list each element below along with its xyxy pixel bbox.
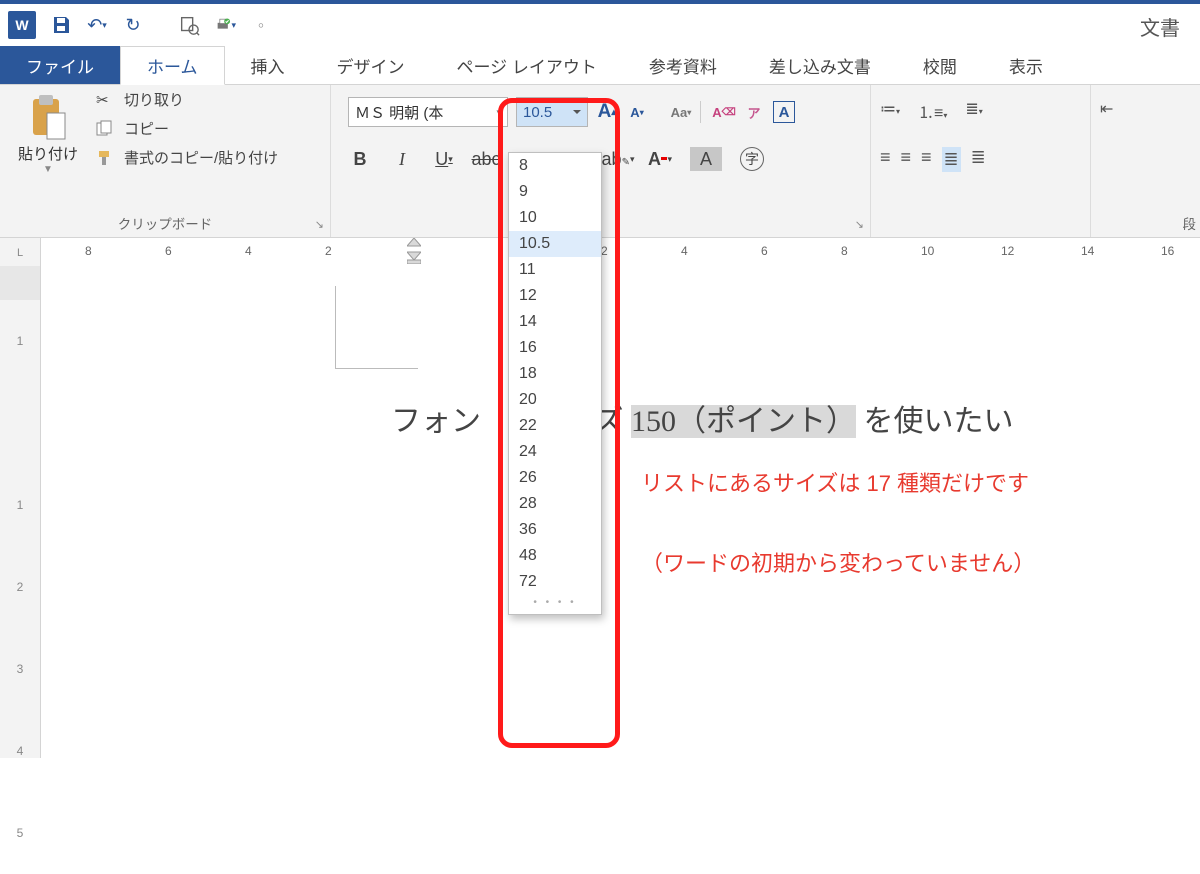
tab-view[interactable]: 表示: [983, 46, 1069, 84]
tab-insert[interactable]: 挿入: [225, 46, 311, 84]
document-title: 文書: [1140, 12, 1180, 41]
margin-guide: [335, 286, 418, 369]
ruler-corner: L: [0, 238, 41, 268]
doc-text-prefix: フォン: [391, 405, 481, 438]
paragraph-extra-label: 段: [1090, 213, 1200, 233]
bold-button[interactable]: B: [348, 147, 372, 171]
vruler-tick: 1: [0, 300, 40, 382]
vruler-tick: 1: [0, 464, 40, 546]
ribbon-tabs: ファイル ホーム 挿入 デザイン ページ レイアウト 参考資料 差し込み文書 校…: [0, 46, 1200, 85]
annotation-highlight-box: [498, 98, 620, 748]
tab-mailings[interactable]: 差し込み文書: [743, 46, 897, 84]
multilevel-list-icon[interactable]: ≣▾: [965, 99, 982, 123]
clipboard-launcher-icon[interactable]: ↘: [315, 218, 324, 231]
vruler-tick: 5: [0, 792, 40, 874]
decrease-indent-icon[interactable]: ⇤: [1100, 99, 1113, 119]
distributed-icon[interactable]: ≣: [971, 147, 986, 172]
vruler-tick: [0, 266, 40, 300]
enclose-characters-icon[interactable]: 字: [740, 147, 764, 171]
tab-page-layout[interactable]: ページ レイアウト: [431, 46, 623, 84]
ruler-tick: 12: [1001, 244, 1014, 258]
group-clipboard: 貼り付け ▼ ✂ 切り取り コピー 書式のコピー/貼り付け クリップボード ↘: [0, 85, 331, 237]
clear-formatting-icon[interactable]: A⌫: [713, 101, 735, 123]
ruler-tick: 2: [325, 244, 332, 258]
bullets-icon[interactable]: ≔▾: [880, 99, 900, 123]
underline-button[interactable]: U▾: [432, 147, 456, 171]
tab-home[interactable]: ホーム: [120, 46, 225, 85]
align-center-icon[interactable]: ≡: [901, 147, 912, 172]
clipboard-group-label: クリップボード: [0, 213, 330, 233]
change-case-icon[interactable]: Aa▾: [670, 101, 692, 123]
ruler-tick: 16: [1161, 244, 1174, 258]
tab-references[interactable]: 参考資料: [623, 46, 743, 84]
ruler-tick: 8: [841, 244, 848, 258]
ruler-tick: 4: [245, 244, 252, 258]
word-logo-icon: W: [8, 11, 36, 39]
cut-label: 切り取り: [124, 89, 184, 110]
character-border-icon[interactable]: A: [773, 101, 795, 123]
ruler-tick: 14: [1081, 244, 1094, 258]
copy-label: コピー: [124, 118, 169, 139]
print-preview-icon[interactable]: [178, 14, 200, 36]
character-shading-icon[interactable]: A: [690, 147, 722, 171]
doc-text-highlight: 150（ポイント）: [631, 405, 856, 438]
doc-text-suffix: を使いたい: [864, 405, 1014, 438]
paste-label: 貼り付け: [12, 143, 84, 164]
vertical-ruler[interactable]: 1 1 2 3 4 5: [0, 266, 41, 758]
save-icon[interactable]: [50, 14, 72, 36]
annotation-line-2: （ワードの初期から変わっていません）: [641, 546, 1035, 578]
ruler-tick: 8: [85, 244, 92, 258]
group-misc: ⇤ 段: [1090, 85, 1200, 237]
document-page[interactable]: フォン ト サイ ズ 150（ポイント） を使いたい リストにあるサイズは 17…: [41, 266, 1200, 758]
align-right-icon[interactable]: ≡: [921, 147, 932, 172]
customize-qat-icon[interactable]: ◦: [250, 14, 272, 36]
copy-icon: [96, 120, 118, 138]
ruler-tick: 10: [921, 244, 934, 258]
font-name-input[interactable]: ＭＳ 明朝 (本▾: [348, 97, 508, 127]
shrink-font-icon[interactable]: A▾: [626, 101, 648, 123]
indent-marker-icon[interactable]: [407, 238, 421, 267]
ruler-tick: 6: [761, 244, 768, 258]
document-text[interactable]: フォン ト サイ ズ 150（ポイント） を使いたい: [391, 396, 1014, 440]
title-bar: W ↶▾ ↻ ▾ ◦ 文書: [0, 0, 1200, 46]
justify-icon[interactable]: ≣: [942, 147, 961, 172]
font-name-value: ＭＳ 明朝 (本: [355, 102, 443, 123]
ruler-scale[interactable]: 8 6 4 2 2 4 6 8 10 12 14 16 18: [41, 238, 1200, 268]
undo-icon[interactable]: ↶▾: [86, 14, 108, 36]
quick-print-icon[interactable]: ▾: [214, 14, 236, 36]
vruler-tick: 2: [0, 546, 40, 628]
redo-icon[interactable]: ↻: [122, 14, 144, 36]
brush-icon: [96, 149, 118, 167]
tab-design[interactable]: デザイン: [311, 46, 431, 84]
paste-button[interactable]: 貼り付け ▼: [12, 93, 84, 175]
ruler-tick: 4: [681, 244, 688, 258]
format-painter-label: 書式のコピー/貼り付け: [124, 147, 278, 168]
scissors-icon: ✂: [96, 91, 118, 109]
ruler-tick: 6: [165, 244, 172, 258]
phonetic-guide-icon[interactable]: ア: [743, 101, 765, 123]
align-left-icon[interactable]: ≡: [880, 147, 891, 172]
strikethrough-button[interactable]: abc: [474, 147, 498, 171]
font-launcher-icon[interactable]: ↘: [855, 218, 864, 231]
italic-button[interactable]: I: [390, 147, 414, 171]
numbering-icon[interactable]: ⒈≡▾: [918, 99, 947, 123]
tab-review[interactable]: 校閲: [897, 46, 983, 84]
tab-file[interactable]: ファイル: [0, 46, 120, 84]
vruler-tick: [0, 382, 40, 464]
group-paragraph: ≔▾ ⒈≡▾ ≣▾ ≡ ≡ ≡ ≣ ≣: [870, 85, 1091, 237]
font-color-icon[interactable]: A▾: [648, 147, 672, 171]
annotation-line-1: リストにあるサイズは 17 種類だけです: [641, 466, 1029, 498]
vruler-tick: 4: [0, 710, 40, 792]
vruler-tick: 3: [0, 628, 40, 710]
